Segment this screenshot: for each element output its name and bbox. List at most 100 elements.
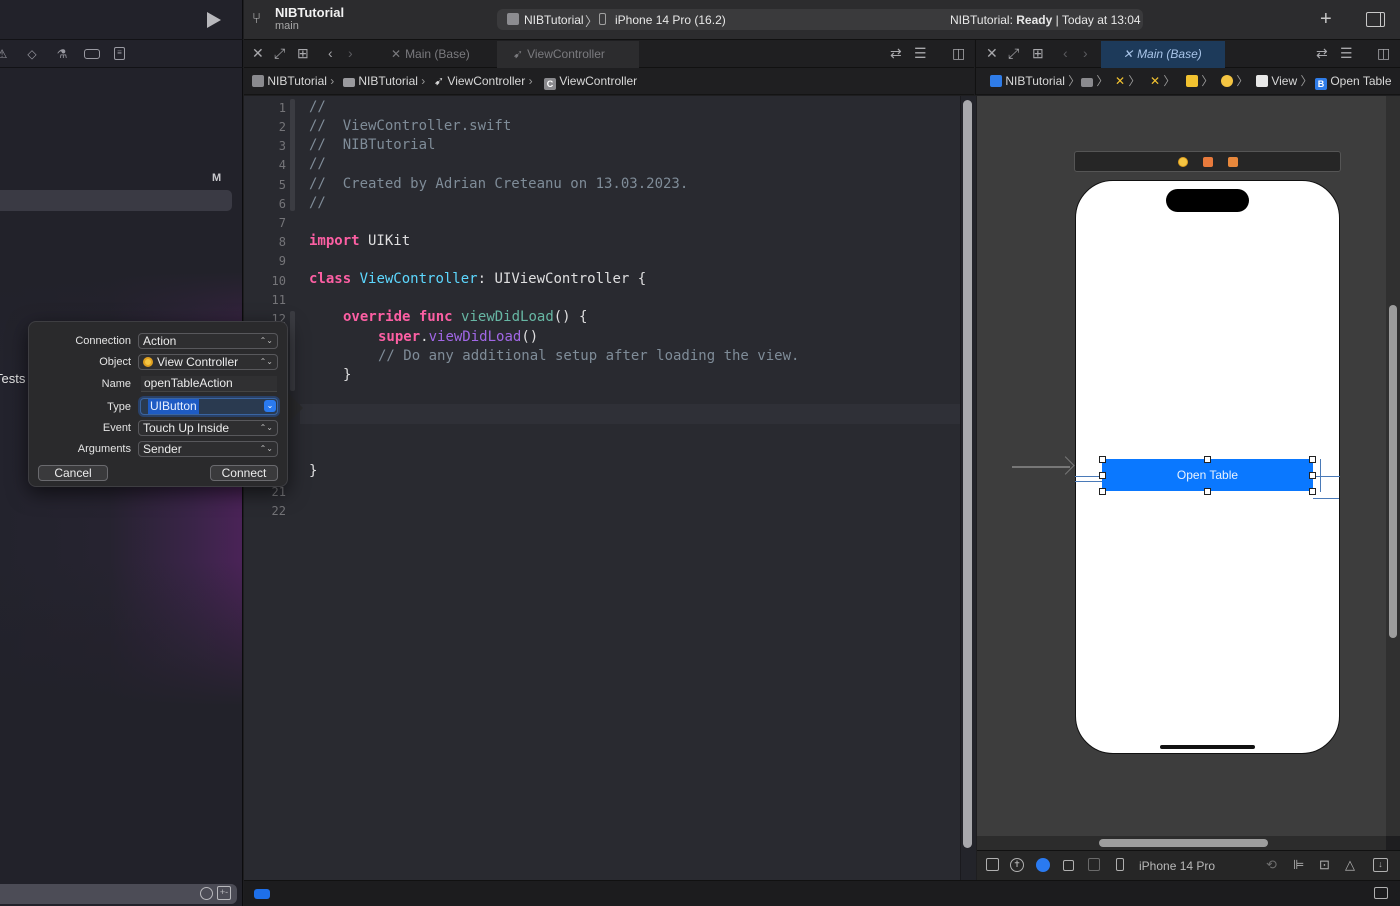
- swap-icon[interactable]: ⇄: [1316, 45, 1328, 61]
- forward-icon[interactable]: ›: [348, 45, 353, 61]
- branch-name[interactable]: main: [275, 20, 299, 32]
- superclass-name: UIViewController: [494, 271, 630, 287]
- code-token: {: [629, 271, 647, 287]
- test-icon[interactable]: [84, 48, 100, 59]
- constraint-line: [1075, 476, 1102, 477]
- warning-icon[interactable]: ⚠: [0, 47, 10, 61]
- event-select[interactable]: Touch Up Inside ⌃⌄: [138, 420, 278, 436]
- run-destination-selector[interactable]: iPhone 14 Pro (16.2): [615, 13, 726, 27]
- initial-view-controller-arrow[interactable]: [1012, 466, 1070, 468]
- view-controller-icon[interactable]: [1178, 157, 1188, 167]
- jumpbar-storyboard[interactable]: ✕ 〉: [1115, 68, 1140, 95]
- debug-icon[interactable]: ⚗: [54, 47, 70, 61]
- align-icon[interactable]: ⊫: [1293, 858, 1304, 872]
- resize-handle[interactable]: [1309, 456, 1316, 463]
- document-outline-icon[interactable]: [986, 858, 999, 871]
- expand-icon[interactable]: ⤢: [1008, 45, 1019, 61]
- exit-icon[interactable]: [1228, 157, 1238, 167]
- jumpbar-view[interactable]: View 〉: [1256, 68, 1313, 95]
- swap-icon[interactable]: ⇄: [890, 45, 902, 61]
- build-status: NIBTutorial: Ready | Today at 13:04: [950, 13, 1141, 27]
- orientation-icon[interactable]: [1063, 860, 1074, 871]
- tab-main-base[interactable]: ✕ Main (Base): [375, 41, 495, 68]
- breakpoint-icon[interactable]: ◇: [24, 47, 40, 61]
- interface-builder-icon: ✕: [391, 47, 402, 61]
- name-field[interactable]: openTableAction: [141, 376, 277, 392]
- dynamic-island: [1166, 189, 1249, 212]
- code-fold-ribbon[interactable]: [290, 311, 295, 391]
- forward-icon[interactable]: ›: [1083, 45, 1088, 61]
- object-select[interactable]: View Controller ⌃⌄: [138, 354, 278, 370]
- jumpbar-viewcontroller[interactable]: 〉: [1221, 68, 1248, 95]
- embed-in-icon[interactable]: ↓: [1373, 858, 1388, 872]
- breakpoints-toggle[interactable]: [254, 889, 270, 899]
- connect-button[interactable]: Connect: [210, 465, 278, 481]
- add-editor-icon[interactable]: ◫: [1377, 45, 1390, 61]
- jumpbar-folder[interactable]: NIBTutorial ›: [343, 68, 425, 95]
- type-value[interactable]: UIButton: [148, 399, 199, 414]
- size-class-icon[interactable]: [1088, 858, 1100, 871]
- report-icon[interactable]: ≡: [114, 47, 125, 60]
- resize-handle[interactable]: [1309, 488, 1316, 495]
- appearance-icon[interactable]: [1036, 858, 1050, 872]
- canvas-vertical-scroll-thumb[interactable]: [1389, 305, 1397, 638]
- back-icon[interactable]: ‹: [328, 45, 333, 61]
- folder-icon: [343, 78, 355, 87]
- cancel-button[interactable]: Cancel: [38, 465, 108, 481]
- jumpbar-file[interactable]: ➹ ViewController ›: [434, 68, 533, 95]
- tab-viewcontroller[interactable]: ➹ ViewController: [497, 41, 639, 68]
- jumpbar-label: NIBTutorial: [358, 74, 418, 88]
- update-frames-icon[interactable]: ⟲: [1266, 858, 1277, 872]
- editor-options-icon[interactable]: ☰: [914, 45, 927, 61]
- library-button[interactable]: +: [1320, 9, 1332, 29]
- navigator-selected-row[interactable]: [0, 190, 232, 211]
- back-icon[interactable]: ‹: [1063, 45, 1068, 61]
- editor-scroll-thumb[interactable]: [963, 100, 972, 848]
- grid-icon[interactable]: ⊞: [297, 45, 309, 61]
- arguments-select[interactable]: Sender ⌃⌄: [138, 441, 278, 457]
- recent-files-icon[interactable]: [200, 887, 213, 900]
- jumpbar-class[interactable]: C ViewController: [544, 68, 637, 95]
- resize-handle[interactable]: [1204, 456, 1211, 463]
- debug-area-toggle-icon[interactable]: [1374, 887, 1388, 899]
- editor-options-icon[interactable]: ☰: [1340, 45, 1353, 61]
- popover-arrow: [287, 392, 303, 424]
- resize-handle[interactable]: [1309, 472, 1316, 479]
- expand-icon[interactable]: ⤢: [274, 45, 285, 61]
- jumpbar-scene[interactable]: 〉: [1186, 68, 1213, 95]
- scheme-selector[interactable]: NIBTutorial: [524, 13, 584, 27]
- add-editor-icon[interactable]: ◫: [952, 45, 965, 61]
- filter-options-icon[interactable]: +-: [217, 886, 231, 900]
- canvas-horizontal-scroll-thumb[interactable]: [1099, 839, 1268, 847]
- code-fold-ribbon[interactable]: [290, 99, 295, 211]
- resize-handle[interactable]: [1099, 456, 1106, 463]
- jumpbar-storyboard-base[interactable]: ✕ 〉: [1150, 68, 1175, 95]
- close-editor-icon[interactable]: ✕: [986, 45, 998, 61]
- resize-handle[interactable]: [1204, 488, 1211, 495]
- tab-main-base-active[interactable]: ✕ Main (Base): [1101, 41, 1225, 68]
- source-control-badge: M: [212, 172, 222, 184]
- method-call: viewDidLoad: [428, 329, 522, 345]
- inspector-toggle-icon[interactable]: [1366, 12, 1385, 27]
- chevron-down-icon[interactable]: ⌄: [264, 400, 276, 412]
- resize-handle[interactable]: [1099, 472, 1106, 479]
- resolve-issues-icon[interactable]: △: [1345, 858, 1355, 872]
- jumpbar-project[interactable]: NIBTutorial 〉: [990, 68, 1080, 95]
- accessibility-icon[interactable]: ✝: [1010, 858, 1024, 872]
- add-constraints-icon[interactable]: ⊡: [1319, 858, 1330, 872]
- first-responder-icon[interactable]: [1203, 157, 1213, 167]
- device-icon[interactable]: [1116, 858, 1124, 871]
- run-button[interactable]: [207, 12, 221, 28]
- jumpbar-folder[interactable]: 〉: [1081, 68, 1108, 95]
- connection-select[interactable]: Action ⌃⌄: [138, 333, 278, 349]
- source-editor[interactable]: [244, 96, 960, 880]
- close-editor-icon[interactable]: ✕: [252, 45, 264, 61]
- resize-handle[interactable]: [1099, 488, 1106, 495]
- open-table-button[interactable]: Open Table: [1102, 459, 1313, 491]
- device-selector[interactable]: iPhone 14 Pro: [1139, 859, 1215, 873]
- grid-icon[interactable]: ⊞: [1032, 45, 1044, 61]
- jumpbar-button[interactable]: B Open Table: [1315, 68, 1392, 95]
- navigator-item-tests[interactable]: Tests: [0, 371, 25, 386]
- jumpbar-project[interactable]: NIBTutorial ›: [252, 68, 334, 95]
- tab-label: Main (Base): [405, 47, 470, 61]
